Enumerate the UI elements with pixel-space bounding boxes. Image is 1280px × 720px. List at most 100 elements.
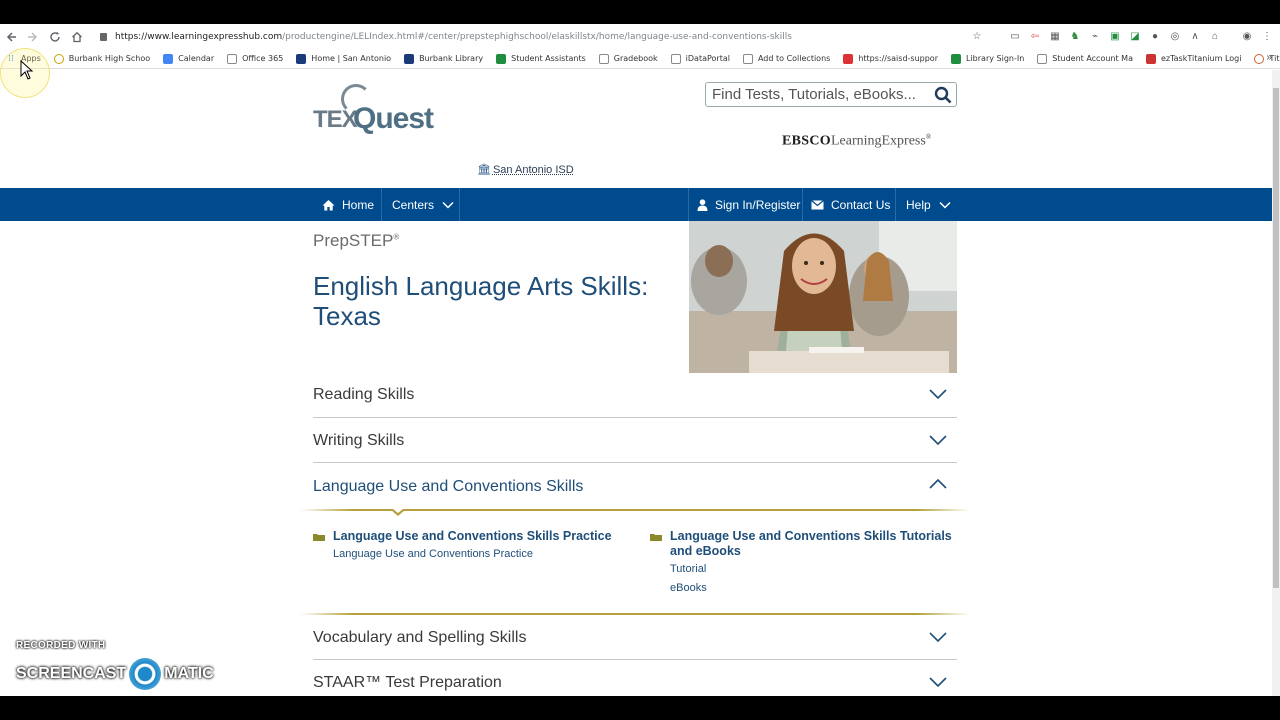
chevron-down-icon (442, 201, 454, 209)
accordion-writing-skills[interactable]: Writing Skills (313, 418, 957, 463)
site-icon (1254, 53, 1265, 64)
hero-text: PrepSTEP® English Language Arts Skills: … (313, 221, 689, 373)
page-icon (1037, 53, 1048, 64)
practice-heading-link[interactable]: Language Use and Conventions Skills Prac… (333, 529, 612, 544)
tutorial-link[interactable]: Tutorial (670, 563, 706, 575)
site-icon (53, 53, 64, 64)
browser-toolbar: https://www.learningexpresshub.com/produ… (0, 24, 1280, 49)
mouse-cursor-icon (20, 60, 34, 80)
chevron-down-icon (939, 201, 951, 209)
bookmarks-overflow-icon[interactable]: » (1266, 52, 1272, 63)
site-icon (1145, 53, 1156, 64)
search-input[interactable] (712, 86, 932, 103)
bookmark-item[interactable]: Office 365 (227, 53, 283, 64)
extension-icon[interactable]: ⇦ (1028, 30, 1042, 44)
paint-icon[interactable]: ● (1148, 30, 1162, 44)
pdf-icon[interactable]: ⌁ (1088, 30, 1102, 44)
chevron-down-icon (929, 389, 947, 399)
bookmark-item[interactable]: Library Sign-In (951, 53, 1024, 64)
web-page: TEX Quest 🏛 San Antonio ISD EBSCOLearnin… (0, 70, 1272, 696)
screencast-watermark: RECORDED WITH SCREENCAST MATIC (16, 640, 246, 690)
bookmark-item[interactable]: Home | San Antonio (296, 53, 391, 64)
page-icon (598, 53, 609, 64)
page-icon (670, 53, 681, 64)
bookmark-item[interactable]: Burbank High Schoo (53, 53, 150, 64)
page-icon (742, 53, 753, 64)
hero-student-photo (689, 221, 957, 373)
lock-icon (100, 32, 107, 41)
bookmark-item[interactable]: iDataPortal (670, 53, 730, 64)
district-link[interactable]: 🏛 San Antonio ISD (477, 163, 574, 177)
search-icon[interactable] (934, 86, 952, 104)
url-text: https://www.learningexpresshub.com/produ… (115, 31, 792, 42)
sync-icon[interactable]: ◎ (1168, 30, 1182, 44)
chevron-down-icon (929, 435, 947, 445)
search-box (705, 82, 957, 107)
accordion-staar-prep[interactable]: STAAR™ Test Preparation (313, 660, 957, 696)
sheets-icon (951, 53, 961, 64)
qr-icon[interactable]: ▦ (1048, 30, 1062, 44)
bookmark-item[interactable]: Calendar (163, 53, 214, 64)
star-icon[interactable]: ☆ (970, 30, 984, 44)
nav-help[interactable]: Help (906, 188, 958, 221)
chevron-up-icon (929, 479, 947, 489)
folder-icon (313, 534, 325, 541)
page-icon (227, 53, 238, 64)
tutorials-heading-link[interactable]: Language Use and Conventions Skills Tuto… (670, 529, 952, 559)
user-icon (697, 198, 708, 211)
screen-top-black-bar (0, 0, 1280, 24)
folder-icon (650, 534, 662, 541)
extension-toolbar: ☆ ▭ ⇦ ▦ ♞ ⌁ ▣ ◪ ● ◎ ∧ ⌂ ◉ ⋮ (970, 24, 1280, 49)
page-scrollbar[interactable] (1272, 70, 1280, 696)
a-ext-icon[interactable]: ∧ (1188, 30, 1202, 44)
reload-icon[interactable] (44, 26, 66, 48)
screen-bottom-black-bar (0, 696, 1280, 720)
bookmark-item[interactable]: Burbank Library (404, 53, 483, 64)
site-icon (296, 53, 307, 64)
address-bar[interactable]: https://www.learningexpresshub.com/produ… (94, 27, 989, 46)
bookmark-item[interactable]: Student Assistants (496, 53, 586, 64)
menu-dots-icon[interactable]: ⋮ (1260, 30, 1274, 44)
main-navbar: Home Centers Sign In/Register Contact Us… (0, 188, 1272, 221)
bookmark-item[interactable]: https://saisd-suppor (843, 53, 938, 64)
scrollbar-thumb[interactable] (1273, 88, 1279, 588)
chevron-down-icon (929, 632, 947, 642)
bookmark-item[interactable]: Student Account Ma (1037, 53, 1133, 64)
nav-contact[interactable]: Contact Us (811, 188, 890, 221)
cast-icon[interactable]: ▭ (1008, 30, 1022, 44)
nav-centers[interactable]: Centers (392, 188, 461, 221)
site-icon (404, 53, 415, 64)
accordion-reading-skills[interactable]: Reading Skills (313, 372, 957, 418)
chart-ext-icon[interactable]: ◪ (1128, 30, 1142, 44)
bookmark-item[interactable]: ezTaskTitanium Logi (1145, 53, 1241, 64)
screencast-logo-icon (129, 658, 162, 690)
bookmark-item[interactable]: Gradebook (598, 53, 658, 64)
prepstep-brand: PrepSTEP® (313, 231, 400, 250)
chevron-down-icon (929, 677, 947, 687)
home-icon (322, 199, 335, 210)
nav-signin[interactable]: Sign In/Register (697, 188, 800, 221)
evernote-icon[interactable]: ♞ (1068, 30, 1082, 44)
forward-icon[interactable] (22, 26, 44, 48)
practice-link[interactable]: Language Use and Conventions Practice (333, 548, 533, 560)
profile-avatar-icon[interactable]: ◉ (1240, 30, 1254, 44)
ebsco-logo[interactable]: EBSCOLearningExpress® (782, 133, 931, 150)
texquest-logo[interactable]: TEX Quest (313, 82, 461, 152)
nav-home[interactable]: Home (322, 188, 374, 221)
bookmark-item[interactable]: Add to Collections (742, 53, 830, 64)
browser-window: https://www.learningexpresshub.com/produ… (0, 24, 1280, 696)
back-icon[interactable] (0, 26, 22, 48)
site-icon (843, 53, 854, 64)
sheets-ext-icon[interactable]: ▣ (1108, 30, 1122, 44)
language-use-panel: Language Use and Conventions Skills Prac… (300, 509, 970, 615)
page-title: English Language Arts Skills: Texas (313, 271, 649, 331)
bookmarks-bar: ⁞⁞ Apps Burbank High Schoo Calendar Offic… (0, 49, 1280, 69)
envelope-icon (811, 199, 824, 209)
home-browser-icon[interactable] (66, 26, 88, 48)
sheets-icon (496, 53, 507, 64)
accordion-vocabulary-skills[interactable]: Vocabulary and Spelling Skills (313, 615, 957, 660)
ebooks-link[interactable]: eBooks (670, 582, 707, 594)
house-ext-icon[interactable]: ⌂ (1208, 30, 1222, 44)
accordion-language-use-skills[interactable]: Language Use and Conventions Skills (313, 463, 957, 509)
building-icon: 🏛 (477, 164, 491, 176)
